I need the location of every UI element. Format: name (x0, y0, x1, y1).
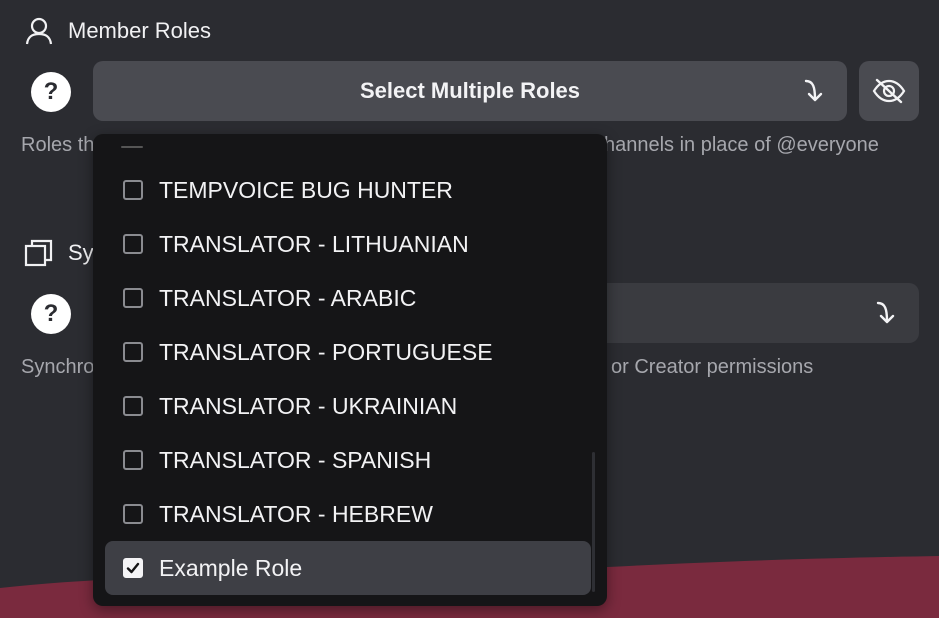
dropdown-option[interactable]: TRANSLATOR - SPANISH (105, 433, 591, 487)
option-label: TRANSLATOR - UKRAINIAN (159, 392, 458, 419)
option-label: TRANSLATOR - SPANISH (159, 446, 432, 473)
question-icon: ? (43, 300, 59, 327)
user-icon (25, 17, 53, 45)
sync-description-right: or Creator permissions (611, 356, 814, 378)
checkbox[interactable] (123, 396, 143, 416)
dropdown-option[interactable]: TRANSLATOR - ARABIC (105, 271, 591, 325)
checkbox[interactable] (123, 504, 143, 524)
checkbox[interactable] (123, 342, 143, 362)
checkmark-icon (126, 562, 140, 574)
sync-header: Sy (24, 238, 94, 268)
dropdown-option[interactable]: TRANSLATOR - HEBREW (105, 487, 591, 541)
member-roles-select-label: Select Multiple Roles (359, 78, 581, 103)
checkbox[interactable] (123, 288, 143, 308)
checkbox[interactable] (123, 234, 143, 254)
member-roles-help-button[interactable]: ? (31, 72, 71, 112)
sync-title: Sy (68, 240, 94, 265)
option-label: Example Role (159, 554, 303, 581)
toggle-visibility-button[interactable] (859, 61, 919, 121)
dropdown-option[interactable]: TRANSLATOR - UKRAINIAN (105, 379, 591, 433)
dropdown-scrollbar[interactable] (592, 452, 595, 592)
option-label: TRANSLATOR - HEBREW (159, 500, 433, 527)
eye-off-icon (872, 78, 906, 104)
arrow-curve-down-icon (804, 79, 823, 102)
checkbox-checked[interactable] (123, 558, 143, 578)
member-roles-header: Member Roles (24, 16, 211, 46)
checkbox[interactable] (123, 180, 143, 200)
copy-icon (24, 239, 53, 267)
checkbox[interactable] (123, 450, 143, 470)
dropdown-option[interactable]: TRANSLATOR - PORTUGUESE (105, 325, 591, 379)
sync-help-button[interactable]: ? (31, 294, 71, 334)
dropdown-option[interactable]: TRANSLATOR - LITHUANIAN (105, 217, 591, 271)
option-label: TEMPVOICE BUG HUNTER (159, 176, 453, 203)
option-label: TRANSLATOR - LITHUANIAN (159, 230, 469, 257)
member-roles-select[interactable]: Select Multiple Roles (93, 61, 847, 121)
dropdown-item-cutoff (121, 146, 143, 148)
option-label: TRANSLATOR - PORTUGUESE (159, 338, 493, 365)
sync-description-left: Synchro (21, 356, 95, 378)
dropdown-option[interactable]: TEMPVOICE BUG HUNTER (105, 163, 591, 217)
member-roles-title: Member Roles (68, 18, 212, 43)
arrow-curve-down-icon (876, 301, 895, 324)
question-icon: ? (43, 78, 59, 105)
roles-dropdown[interactable]: TEMPVOICE BUG HUNTER TRANSLATOR - LITHUA… (93, 134, 607, 606)
member-roles-description-right: hannels in place of @everyone (604, 134, 879, 156)
option-label: TRANSLATOR - ARABIC (159, 284, 417, 311)
dropdown-option-selected[interactable]: Example Role (105, 541, 591, 595)
member-roles-description-left: Roles th (21, 134, 95, 156)
